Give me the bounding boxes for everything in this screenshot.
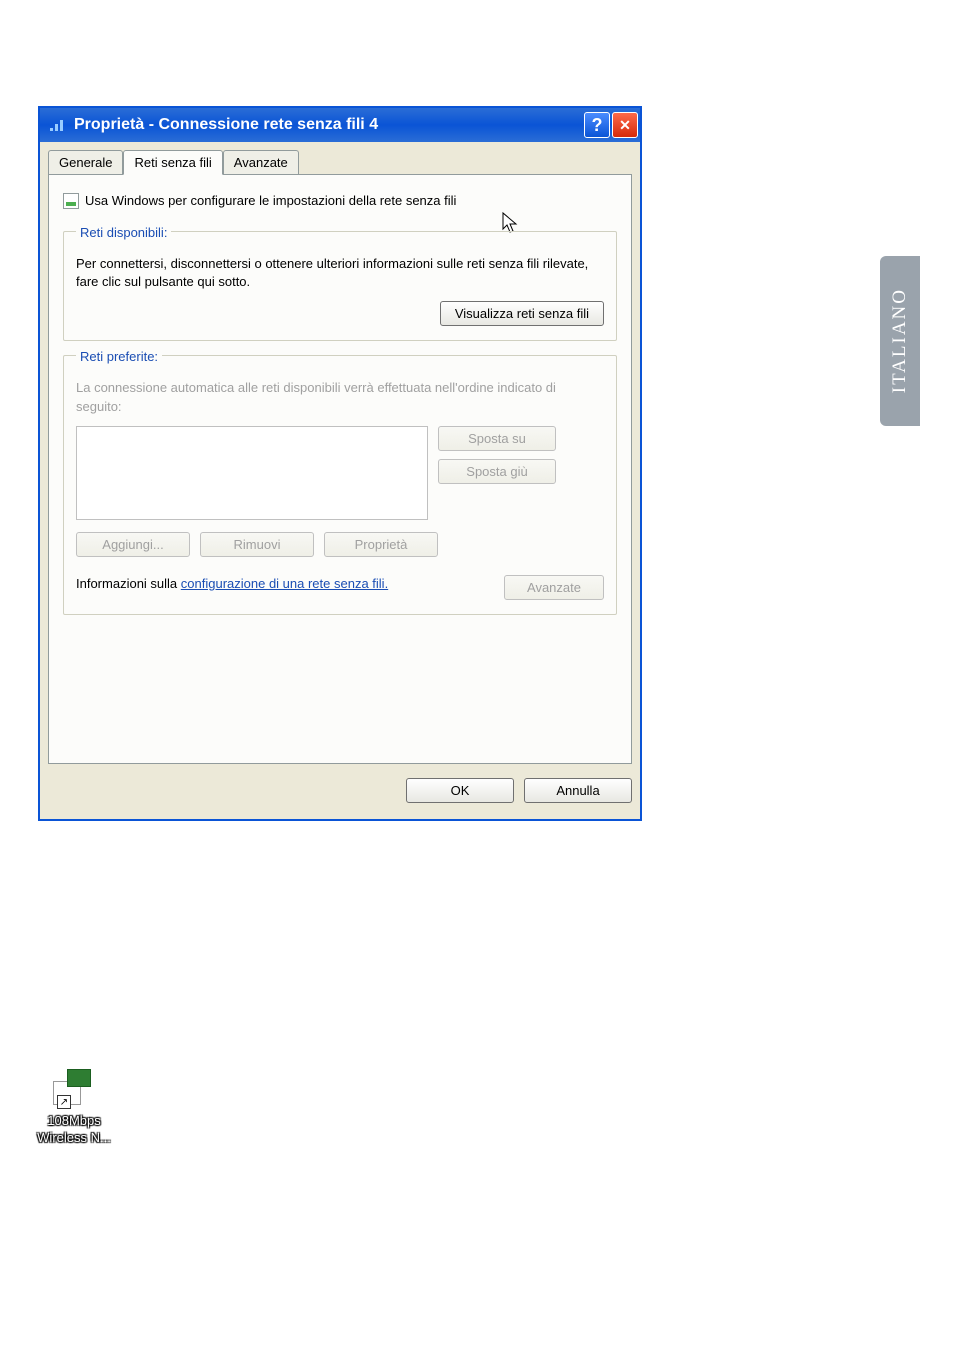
ok-button[interactable]: OK (406, 778, 514, 803)
titlebar[interactable]: Proprietà - Connessione rete senza fili … (40, 108, 640, 142)
dialog-body: Generale Reti senza fili Avanzate Usa Wi… (40, 142, 640, 819)
available-networks-legend: Reti disponibili: (76, 225, 171, 240)
shortcut-overlay-icon: ↗ (57, 1095, 71, 1109)
available-networks-group: Reti disponibili: Per connettersi, disco… (63, 231, 617, 341)
preferred-networks-legend: Reti preferite: (76, 349, 162, 364)
remove-button[interactable]: Rimuovi (200, 532, 314, 557)
shortcut-label-line2: Wireless N... (18, 1130, 130, 1147)
move-up-button[interactable]: Sposta su (438, 426, 556, 451)
tab-advanced[interactable]: Avanzate (223, 150, 299, 174)
use-windows-config-row: Usa Windows per configurare le impostazi… (63, 193, 617, 209)
advanced-button[interactable]: Avanzate (504, 575, 604, 600)
info-prefix: Informazioni sulla (76, 576, 181, 591)
preferred-networks-group: Reti preferite: La connessione automatic… (63, 355, 617, 614)
language-side-tab[interactable]: ITALIANO (880, 256, 920, 426)
tab-general[interactable]: Generale (48, 150, 123, 174)
preferred-networks-list[interactable] (76, 426, 428, 520)
preferred-networks-help: La connessione automatica alle reti disp… (76, 379, 604, 415)
desktop-shortcut[interactable]: ↗ 108Mbps Wireless N... (18, 1067, 130, 1147)
wireless-icon (48, 115, 66, 136)
available-networks-help: Per connettersi, disconnettersi o ottene… (76, 255, 604, 291)
properties-button[interactable]: Proprietà (324, 532, 438, 557)
cancel-button[interactable]: Annulla (524, 778, 632, 803)
add-button[interactable]: Aggiungi... (76, 532, 190, 557)
use-windows-config-label: Usa Windows per configurare le impostazi… (85, 193, 456, 208)
use-windows-config-checkbox[interactable] (63, 193, 79, 209)
tabs: Generale Reti senza fili Avanzate (48, 150, 632, 174)
move-down-button[interactable]: Sposta giù (438, 459, 556, 484)
tab-wireless[interactable]: Reti senza fili (123, 150, 222, 175)
wireless-config-link[interactable]: configurazione di una rete senza fili. (181, 576, 388, 591)
nic-utility-icon: ↗ (53, 1067, 95, 1109)
help-button[interactable]: ? (584, 112, 610, 138)
language-label: ITALIANO (889, 288, 911, 393)
properties-dialog: Proprietà - Connessione rete senza fili … (38, 106, 642, 821)
tab-panel-wireless: Usa Windows per configurare le impostazi… (48, 174, 632, 764)
window-title: Proprietà - Connessione rete senza fili … (74, 116, 582, 134)
view-wireless-networks-button[interactable]: Visualizza reti senza fili (440, 301, 604, 326)
close-button[interactable]: ✕ (612, 112, 638, 138)
config-info-text: Informazioni sulla configurazione di una… (76, 575, 492, 593)
shortcut-label-line1: 108Mbps (18, 1113, 130, 1130)
